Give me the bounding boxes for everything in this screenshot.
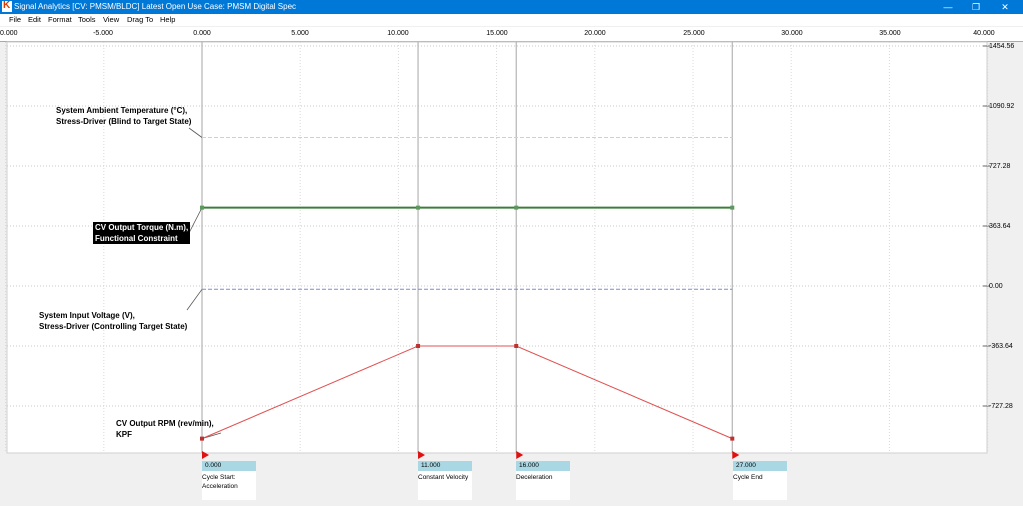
signal-label-ambient-temperature[interactable]: System Ambient Temperature (°C), Stress-… [56,105,191,127]
y-tick-label: -727.28 [989,403,1013,410]
marker-label: Cycle End [733,474,763,481]
cv-output-rpm-point [416,344,421,348]
marker-cycle-end[interactable]: 27.000 Cycle End [733,461,787,500]
marker-label: Deceleration [516,474,553,481]
marker-cycle-start[interactable]: 0.000 Cycle Start: Acceleration [202,461,256,500]
marker-label: Constant Velocity [418,474,469,481]
signal-label-output-rpm[interactable]: CV Output RPM (rev/min), KPF [116,418,214,440]
marker-label: Cycle Start: Acceleration [202,474,238,490]
y-tick-label: 363.64 [989,223,1011,230]
marker-deceleration[interactable]: 16.000 Deceleration [516,461,570,500]
signal-label-input-voltage[interactable]: System Input Voltage (V), Stress-Driver … [39,310,187,332]
cv-output-rpm-point [730,436,735,441]
marker-time-value[interactable]: 16.000 [516,461,570,471]
marker-time-value[interactable]: 27.000 [733,461,787,471]
cv-output-torque-point [730,205,735,210]
cv-output-torque-point [416,205,421,210]
y-tick-label: -363.64 [989,343,1013,350]
signal-label-output-torque[interactable]: CV Output Torque (N.m), Functional Const… [93,222,191,244]
y-tick-label: 1454.56 [989,43,1015,50]
y-tick-label: 1090.92 [989,103,1015,110]
cv-output-rpm-point [514,344,519,348]
marker-time-value[interactable]: 0.000 [202,461,256,471]
cv-output-torque-point [514,205,519,210]
plot-area [6,41,988,454]
y-tick-label: 727.28 [989,163,1011,170]
marker-constant-velocity[interactable]: 11.000 Constant Velocity [418,461,472,500]
cv-output-torque-point [200,205,204,210]
marker-time-value[interactable]: 11.000 [418,461,472,471]
y-tick-label: 0.00 [989,283,1003,290]
